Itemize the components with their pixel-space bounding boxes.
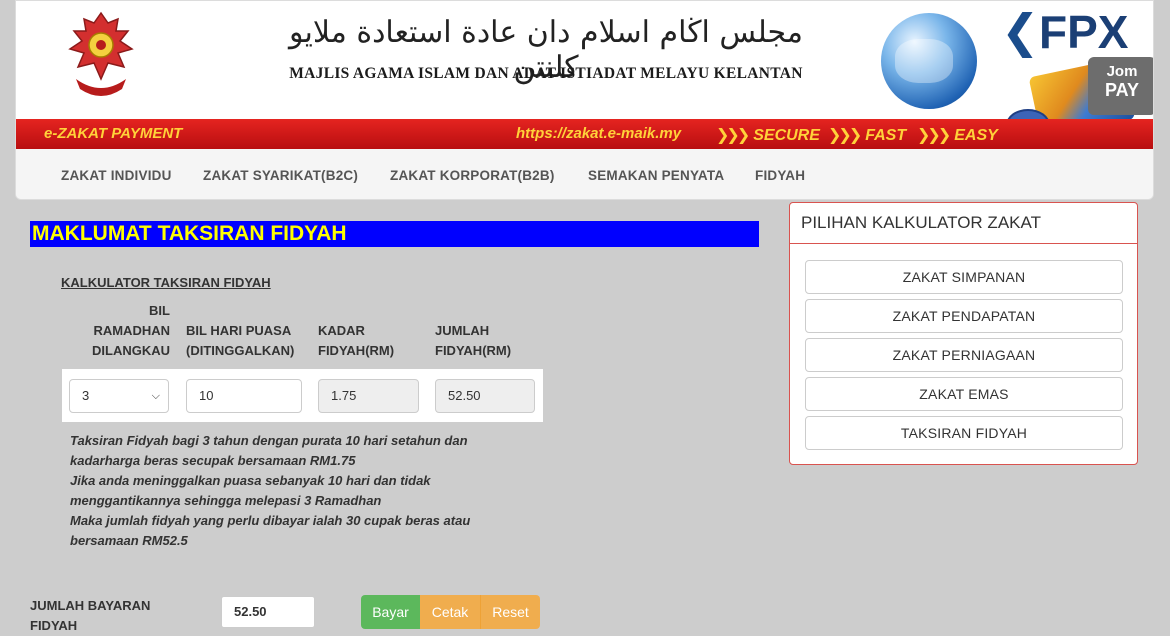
site-header: مجلس اڬام اسلام دان عادة استعادة ملايو ك… <box>15 0 1154 200</box>
strip-url: https://zakat.e-maik.my <box>516 125 682 142</box>
strip-title: e-ZAKAT PAYMENT <box>44 125 183 142</box>
hari-puasa-input[interactable]: 10 <box>186 379 302 413</box>
taksiran-fidyah-button[interactable]: TAKSIRAN FIDYAH <box>805 416 1123 450</box>
calculator-options-panel: PILIHAN KALKULATOR ZAKAT ZAKAT SIMPANAN … <box>789 202 1138 465</box>
column-header-jumlah: JUMLAH FIDYAH(RM) <box>435 323 512 358</box>
section-title: MAKLUMAT TAKSIRAN FIDYAH <box>30 221 759 247</box>
jompay-logo: Jom PAY <box>1088 57 1153 115</box>
fpx-mark-icon: ❮ <box>1001 4 1040 58</box>
calculator-inputs: 3 ⌵ 10 1.75 52.50 <box>62 369 543 422</box>
chevron-down-icon: ⌵ <box>151 390 160 402</box>
nav-zakat-korporat[interactable]: ZAKAT KORPORAT(B2B) <box>390 168 555 183</box>
bayar-button[interactable]: Bayar <box>361 595 420 629</box>
zakat-pendapatan-button[interactable]: ZAKAT PENDAPATAN <box>805 299 1123 333</box>
globe-icon <box>881 13 977 109</box>
arrows-icon: ❯❯❯ <box>716 127 750 144</box>
column-header-kadar: KADAR FIDYAH(RM) <box>318 323 395 358</box>
tag-secure: ❯❯❯ SECURE <box>716 127 820 144</box>
fpx-logo: ❮ FPX <box>1001 4 1129 58</box>
nav-zakat-syarikat[interactable]: ZAKAT SYARIKAT(B2C) <box>203 168 358 183</box>
column-header-ramadhan: BIL RAMADHAN DILANGKAU <box>92 303 170 358</box>
panel-title: PILIHAN KALKULATOR ZAKAT <box>790 203 1137 244</box>
organization-name: MAJLIS AGAMA ISLAM DAN ADAT ISTIADAT MEL… <box>289 65 803 82</box>
payment-label: JUMLAH BAYARAN FIDYAH <box>30 598 151 633</box>
jumlah-fidyah-field: 52.50 <box>435 379 535 413</box>
ezakat-strip: e-ZAKAT PAYMENT https://zakat.e-maik.my … <box>16 119 1153 149</box>
banner: مجلس اڬام اسلام دان عادة استعادة ملايو ك… <box>16 1 1153 141</box>
payment-amount-input[interactable]: 52.50 <box>221 596 315 628</box>
tag-easy: ❯❯❯ EASY <box>917 127 998 144</box>
zakat-perniagaan-button[interactable]: ZAKAT PERNIAGAAN <box>805 338 1123 372</box>
calculator-title: KALKULATOR TAKSIRAN FIDYAH <box>61 275 271 290</box>
kadar-fidyah-field: 1.75 <box>318 379 419 413</box>
nav-semakan-penyata[interactable]: SEMAKAN PENYATA <box>588 168 724 183</box>
arrows-icon: ❯❯❯ <box>917 127 951 144</box>
zakat-emas-button[interactable]: ZAKAT EMAS <box>805 377 1123 411</box>
ramadhan-select[interactable]: 3 ⌵ <box>69 379 169 413</box>
main-nav: ZAKAT INDIVIDU ZAKAT SYARIKAT(B2C) ZAKAT… <box>16 149 1153 199</box>
column-header-hari: BIL HARI PUASA (DITINGGALKAN) <box>186 323 295 358</box>
nav-zakat-individu[interactable]: ZAKAT INDIVIDU <box>61 168 172 183</box>
jawi-title: مجلس اڬام اسلام دان عادة استعادة ملايو ك… <box>289 15 803 85</box>
arrows-icon: ❯❯❯ <box>828 127 862 144</box>
tag-fast: ❯❯❯ FAST <box>828 127 907 144</box>
reset-button[interactable]: Reset <box>480 595 540 629</box>
nav-fidyah[interactable]: FIDYAH <box>755 168 805 183</box>
cetak-button[interactable]: Cetak <box>420 595 480 629</box>
zakat-simpanan-button[interactable]: ZAKAT SIMPANAN <box>805 260 1123 294</box>
state-crest-logo <box>68 11 134 96</box>
fidyah-explanation: Taksiran Fidyah bagi 3 tahun dengan pura… <box>70 433 471 548</box>
